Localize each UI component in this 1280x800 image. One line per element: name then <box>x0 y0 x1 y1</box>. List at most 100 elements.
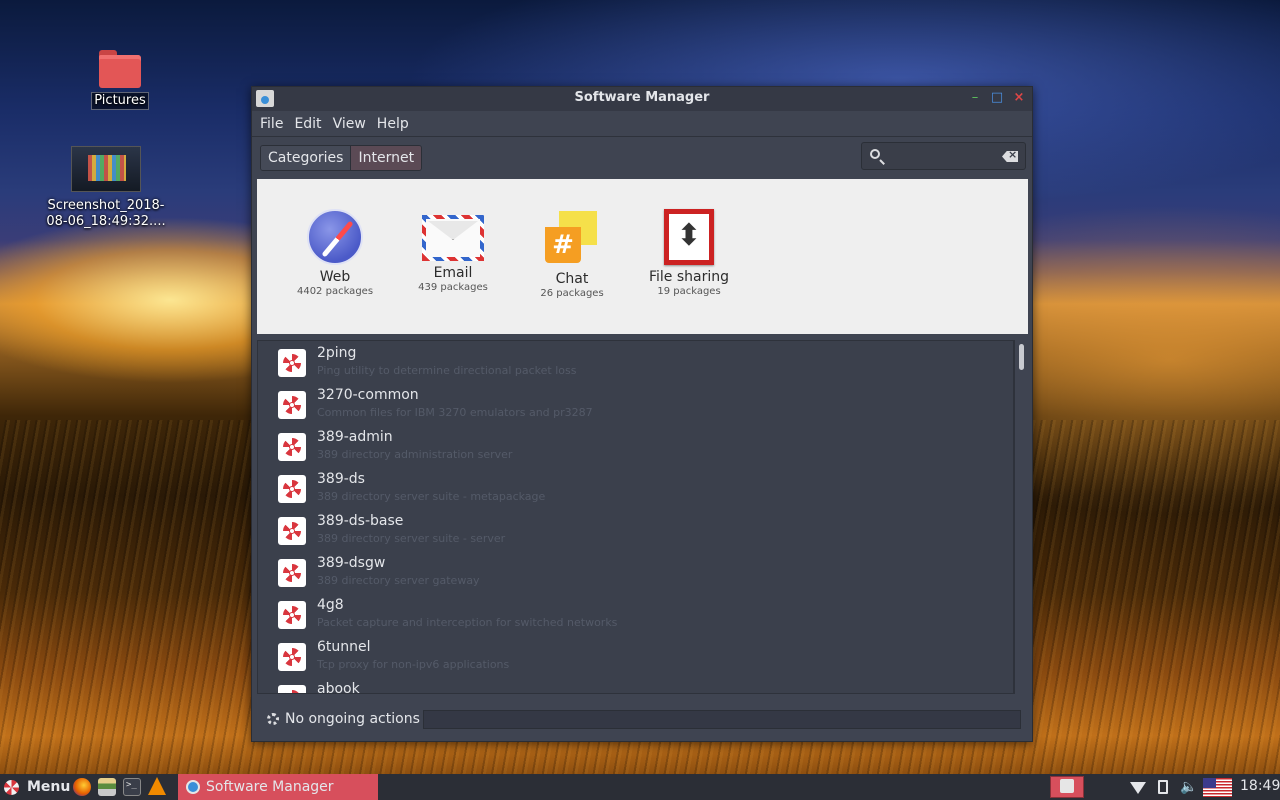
firefox-icon[interactable] <box>73 778 91 796</box>
search-icon <box>870 149 880 159</box>
start-menu-button[interactable]: Menu <box>4 777 70 797</box>
category-email[interactable]: Email 439 packages <box>393 209 513 293</box>
package-list-scrollbar[interactable] <box>1014 340 1028 694</box>
package-name: 389-ds-base <box>317 513 404 529</box>
package-description: Tcp proxy for non-ipv6 applications <box>317 658 510 671</box>
category-file-sharing[interactable]: File sharing 19 packages <box>629 209 749 297</box>
status-bar: No ongoing actions <box>257 707 1028 733</box>
pane-splitter[interactable] <box>257 334 1028 338</box>
title-bar[interactable]: Software Manager – □ × <box>252 87 1032 111</box>
close-button[interactable]: × <box>1012 91 1026 105</box>
package-icon <box>278 517 306 545</box>
battery-icon[interactable] <box>1158 780 1168 794</box>
desktop-icon-label: Screenshot_2018- <box>47 198 165 213</box>
list-item[interactable]: 6tunnel Tcp proxy for non-ipv6 applicati… <box>258 635 1013 677</box>
list-item[interactable]: 389-ds 389 directory server suite - meta… <box>258 467 1013 509</box>
category-count: 4402 packages <box>296 286 374 297</box>
menu-edit[interactable]: Edit <box>289 116 327 132</box>
software-manager-icon <box>186 780 200 794</box>
package-name: 389-dsgw <box>317 555 386 571</box>
desktop-icon-label: Pictures <box>91 92 149 110</box>
menu-view[interactable]: View <box>328 116 372 132</box>
taskbar-window-software-manager[interactable]: Software Manager <box>178 774 378 800</box>
progress-bar <box>423 710 1021 729</box>
list-item[interactable]: 389-admin 389 directory administration s… <box>258 425 1013 467</box>
package-icon <box>278 601 306 629</box>
menu-file[interactable]: File <box>255 116 289 132</box>
software-manager-window: Software Manager – □ × File Edit View He… <box>251 86 1033 742</box>
package-name: 6tunnel <box>317 639 371 655</box>
menu-bar: File Edit View Help <box>252 111 1032 137</box>
package-name: 2ping <box>317 345 357 361</box>
folder-icon <box>99 50 141 88</box>
package-description: Packet capture and interception for swit… <box>317 616 618 629</box>
package-description: 389 directory server suite - server <box>317 532 506 545</box>
taskbar-window-label: Software Manager <box>206 779 334 795</box>
vlc-icon[interactable] <box>148 777 166 795</box>
package-icon <box>278 643 306 671</box>
list-item[interactable]: 2ping Ping utility to determine directio… <box>258 341 1013 383</box>
category-chat[interactable]: # Chat 26 packages <box>512 209 632 299</box>
volume-icon[interactable]: 🔈 <box>1180 779 1197 795</box>
gear-icon <box>267 713 279 725</box>
desktop-icon-label: 08-06_18:49:32.... <box>46 214 166 229</box>
compass-icon <box>307 209 363 265</box>
desktop-icon-screenshot[interactable]: Screenshot_2018- 08-06_18:49:32.... <box>12 146 200 230</box>
list-item[interactable]: abook <box>258 677 1013 693</box>
menu-help[interactable]: Help <box>372 116 415 132</box>
desktop-icon-pictures[interactable]: Pictures <box>55 50 185 110</box>
package-name: 3270-common <box>317 387 419 403</box>
category-name: File sharing <box>648 269 730 285</box>
package-icon <box>278 391 306 419</box>
status-text: No ongoing actions <box>285 711 420 727</box>
package-icon <box>278 475 306 503</box>
file-sharing-icon <box>664 209 714 265</box>
maximize-button[interactable]: □ <box>990 91 1004 105</box>
image-thumbnail-icon <box>71 146 141 192</box>
package-description: Common files for IBM 3270 emulators and … <box>317 406 593 419</box>
file-manager-icon[interactable] <box>98 778 116 796</box>
terminal-icon[interactable] <box>123 778 141 796</box>
update-manager-icon[interactable] <box>1050 776 1084 798</box>
search-box[interactable] <box>861 142 1026 170</box>
package-description: 389 directory server gateway <box>317 574 480 587</box>
list-item[interactable]: 4g8 Packet capture and interception for … <box>258 593 1013 635</box>
package-name: 389-ds <box>317 471 365 487</box>
list-item[interactable]: 389-dsgw 389 directory server gateway <box>258 551 1013 593</box>
search-input[interactable] <box>890 147 998 165</box>
package-list: 2ping Ping utility to determine directio… <box>257 340 1014 694</box>
keyboard-layout-flag-icon[interactable] <box>1203 778 1232 797</box>
package-icon <box>278 685 306 693</box>
category-web[interactable]: Web 4402 packages <box>275 209 395 297</box>
breadcrumb-categories[interactable]: Categories <box>261 146 351 170</box>
category-count: 26 packages <box>540 288 604 299</box>
scrollbar-thumb[interactable] <box>1019 344 1024 370</box>
clock[interactable]: 18:49 <box>1240 778 1280 794</box>
category-name: Web <box>319 269 351 285</box>
category-name: Chat <box>555 271 589 287</box>
menu-label: Menu <box>27 779 71 795</box>
category-panel: Web 4402 packages Email 439 packages # C… <box>257 179 1028 334</box>
package-name: 389-admin <box>317 429 393 445</box>
clear-search-icon[interactable] <box>1002 151 1018 162</box>
package-description: 389 directory administration server <box>317 448 513 461</box>
list-item[interactable]: 3270-common Common files for IBM 3270 em… <box>258 383 1013 425</box>
envelope-icon <box>422 215 484 261</box>
network-icon[interactable] <box>1130 782 1146 794</box>
category-count: 19 packages <box>657 286 721 297</box>
window-title: Software Manager <box>574 90 710 105</box>
category-count: 439 packages <box>418 282 488 293</box>
package-icon <box>278 349 306 377</box>
package-icon <box>278 559 306 587</box>
minimize-button[interactable]: – <box>968 91 982 105</box>
list-item[interactable]: 389-ds-base 389 directory server suite -… <box>258 509 1013 551</box>
package-description: Ping utility to determine directional pa… <box>317 364 577 377</box>
package-icon <box>278 433 306 461</box>
breadcrumb-internet[interactable]: Internet <box>350 146 422 170</box>
package-name: 4g8 <box>317 597 344 613</box>
category-name: Email <box>433 265 473 281</box>
chat-icon: # <box>543 209 601 267</box>
breadcrumb: Categories Internet <box>260 145 423 171</box>
package-description: 389 directory server suite - metapackage <box>317 490 546 503</box>
mint-logo-icon <box>4 779 19 795</box>
